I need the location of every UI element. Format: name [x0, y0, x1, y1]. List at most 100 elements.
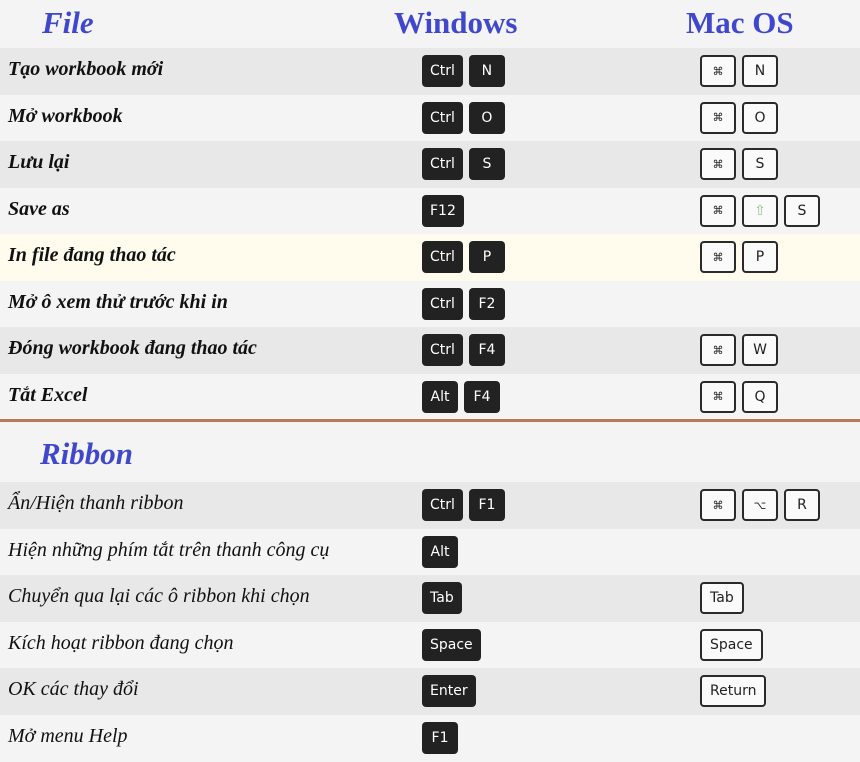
key-cap: Ctrl — [422, 241, 463, 273]
key-cap: ⇧ — [742, 194, 778, 227]
shortcut-row: Lưu lại Ctrl S ⌘ S — [0, 141, 860, 188]
key-cap: F4 — [468, 334, 505, 366]
key-cap: Ctrl — [422, 55, 463, 87]
shortcut-row: Ẩn/Hiện thanh ribbon Ctrl F1 ⌘ ⌥ R — [0, 482, 860, 529]
key-cap: Ctrl — [422, 489, 463, 521]
key-cap: Ctrl — [422, 287, 463, 320]
key-cap: N — [742, 55, 778, 87]
mac-keys: ⌘ ⌥ R — [700, 489, 820, 521]
shortcut-row: Hiện những phím tắt trên thanh công cụ Al… — [0, 528, 860, 576]
mac-keys: Return — [700, 675, 767, 707]
shortcut-label: Chuyển qua lại các ô ribbon khi chọn — [8, 585, 310, 607]
key-cap: Space — [700, 628, 763, 661]
windows-keys: Ctrl F2 — [422, 287, 505, 320]
mac-keys: ⌘ S — [700, 148, 778, 180]
windows-keys: Ctrl S — [422, 148, 505, 180]
key-cap: ⌥ — [742, 489, 778, 521]
shortcut-row: Kích hoạt ribbon đang chọn Space Space — [0, 621, 860, 669]
key-cap: N — [468, 55, 505, 87]
shortcut-label: Ẩn/Hiện thanh ribbon — [8, 492, 184, 514]
windows-keys: Ctrl F4 — [422, 334, 505, 366]
key-cap: ⌘ — [700, 380, 736, 413]
windows-keys: F1 — [422, 721, 458, 754]
shortcut-row: Mở ô xem thử trước khi in Ctrl F2 — [0, 280, 860, 328]
shortcut-row: Mở workbook Ctrl O ⌘ O — [0, 94, 860, 142]
key-cap: O — [468, 101, 505, 134]
shortcut-row: Đóng workbook đang thao tác Ctrl F4 ⌘ W — [0, 327, 860, 374]
windows-keys: Ctrl O — [422, 101, 505, 134]
mac-keys: ⌘ P — [700, 241, 778, 273]
shortcut-row: Save as F12 ⌘ ⇧ S — [0, 187, 860, 235]
windows-keys: Space — [422, 628, 481, 661]
key-cap: ⌘ — [700, 55, 736, 87]
mac-keys: ⌘ O — [700, 101, 778, 134]
ribbon-heading: Ribbon — [40, 436, 134, 471]
key-cap: F2 — [468, 287, 505, 320]
key-cap: P — [742, 241, 778, 273]
shortcut-row: Mở menu Help F1 — [0, 714, 860, 762]
key-cap: Return — [700, 675, 767, 707]
key-cap: ⌘ — [700, 334, 736, 366]
key-cap: S — [784, 194, 820, 227]
key-cap: O — [742, 101, 778, 134]
key-cap: F4 — [464, 380, 500, 413]
windows-keys: Ctrl N — [422, 55, 505, 87]
shortcut-row: In file đang thao tác Ctrl P ⌘ P — [0, 234, 860, 281]
key-cap: Ctrl — [422, 334, 463, 366]
shortcut-label: Tắt Excel — [8, 383, 88, 406]
mac-keys: ⌘ N — [700, 55, 778, 87]
windows-keys: F12 — [422, 194, 464, 227]
key-cap: ⌘ — [700, 101, 736, 134]
shortcut-row: OK các thay đổi Enter Return — [0, 668, 860, 715]
shortcut-label: Kích hoạt ribbon đang chọn — [8, 631, 234, 654]
windows-keys: Enter — [422, 675, 476, 707]
key-cap: ⌘ — [700, 489, 736, 521]
shortcut-label: Lưu lại — [8, 151, 70, 173]
mac-keys: ⌘ W — [700, 334, 778, 366]
key-cap: R — [784, 489, 820, 521]
shortcut-label: Mở menu Help — [8, 724, 128, 747]
shortcut-row: Tạo workbook mới Ctrl N ⌘ N — [0, 48, 860, 95]
key-cap: Alt — [422, 380, 458, 413]
windows-keys: Alt — [422, 535, 458, 568]
shortcut-row: Chuyển qua lại các ô ribbon khi chọn Tab T… — [0, 575, 860, 622]
key-cap: ⌘ — [700, 241, 736, 273]
windows-keys: Tab — [422, 582, 462, 614]
key-cap: Tab — [422, 582, 462, 614]
key-cap: F12 — [422, 194, 464, 227]
windows-keys: Alt F4 — [422, 380, 500, 413]
shortcut-label: Đóng workbook đang thao tác — [8, 337, 257, 359]
shortcut-label: Tạo workbook mới — [8, 58, 164, 80]
key-cap: Space — [422, 628, 481, 661]
shortcut-label: OK các thay đổi — [8, 678, 139, 700]
key-cap: F1 — [468, 489, 505, 521]
mac-keys: ⌘ ⇧ S — [700, 194, 820, 227]
shortcut-label: Save as — [8, 197, 70, 220]
shortcut-label: In file đang thao tác — [8, 244, 176, 266]
mac-keys: Tab — [700, 582, 744, 614]
shortcut-label: Mở ô xem thử trước khi in — [8, 290, 228, 313]
ribbon-header: Ribbon — [0, 422, 860, 482]
key-cap: Enter — [422, 675, 476, 707]
windows-heading: Windows — [394, 5, 518, 40]
key-cap: Ctrl — [422, 101, 463, 134]
key-cap: ⌘ — [700, 148, 736, 180]
key-cap: F1 — [422, 721, 458, 754]
file-heading: File — [42, 5, 94, 40]
key-cap: W — [742, 334, 778, 366]
shortcut-label: Mở workbook — [8, 104, 123, 127]
shortcut-row: Tắt Excel Alt F4 ⌘ Q — [0, 373, 860, 421]
mac-keys: Space — [700, 628, 763, 661]
key-cap: P — [468, 241, 505, 273]
header: File Windows Mac OS — [0, 0, 860, 48]
key-cap: Ctrl — [422, 148, 463, 180]
key-cap: Q — [742, 380, 778, 413]
key-cap: Tab — [700, 582, 744, 614]
key-cap: ⌘ — [700, 194, 736, 227]
key-cap: S — [468, 148, 505, 180]
windows-keys: Ctrl F1 — [422, 489, 505, 521]
mac-heading: Mac OS — [686, 5, 794, 40]
key-cap: Alt — [422, 535, 458, 568]
key-cap: S — [742, 148, 778, 180]
shortcut-label: Hiện những phím tắt trên thanh công cụ — [8, 538, 330, 561]
